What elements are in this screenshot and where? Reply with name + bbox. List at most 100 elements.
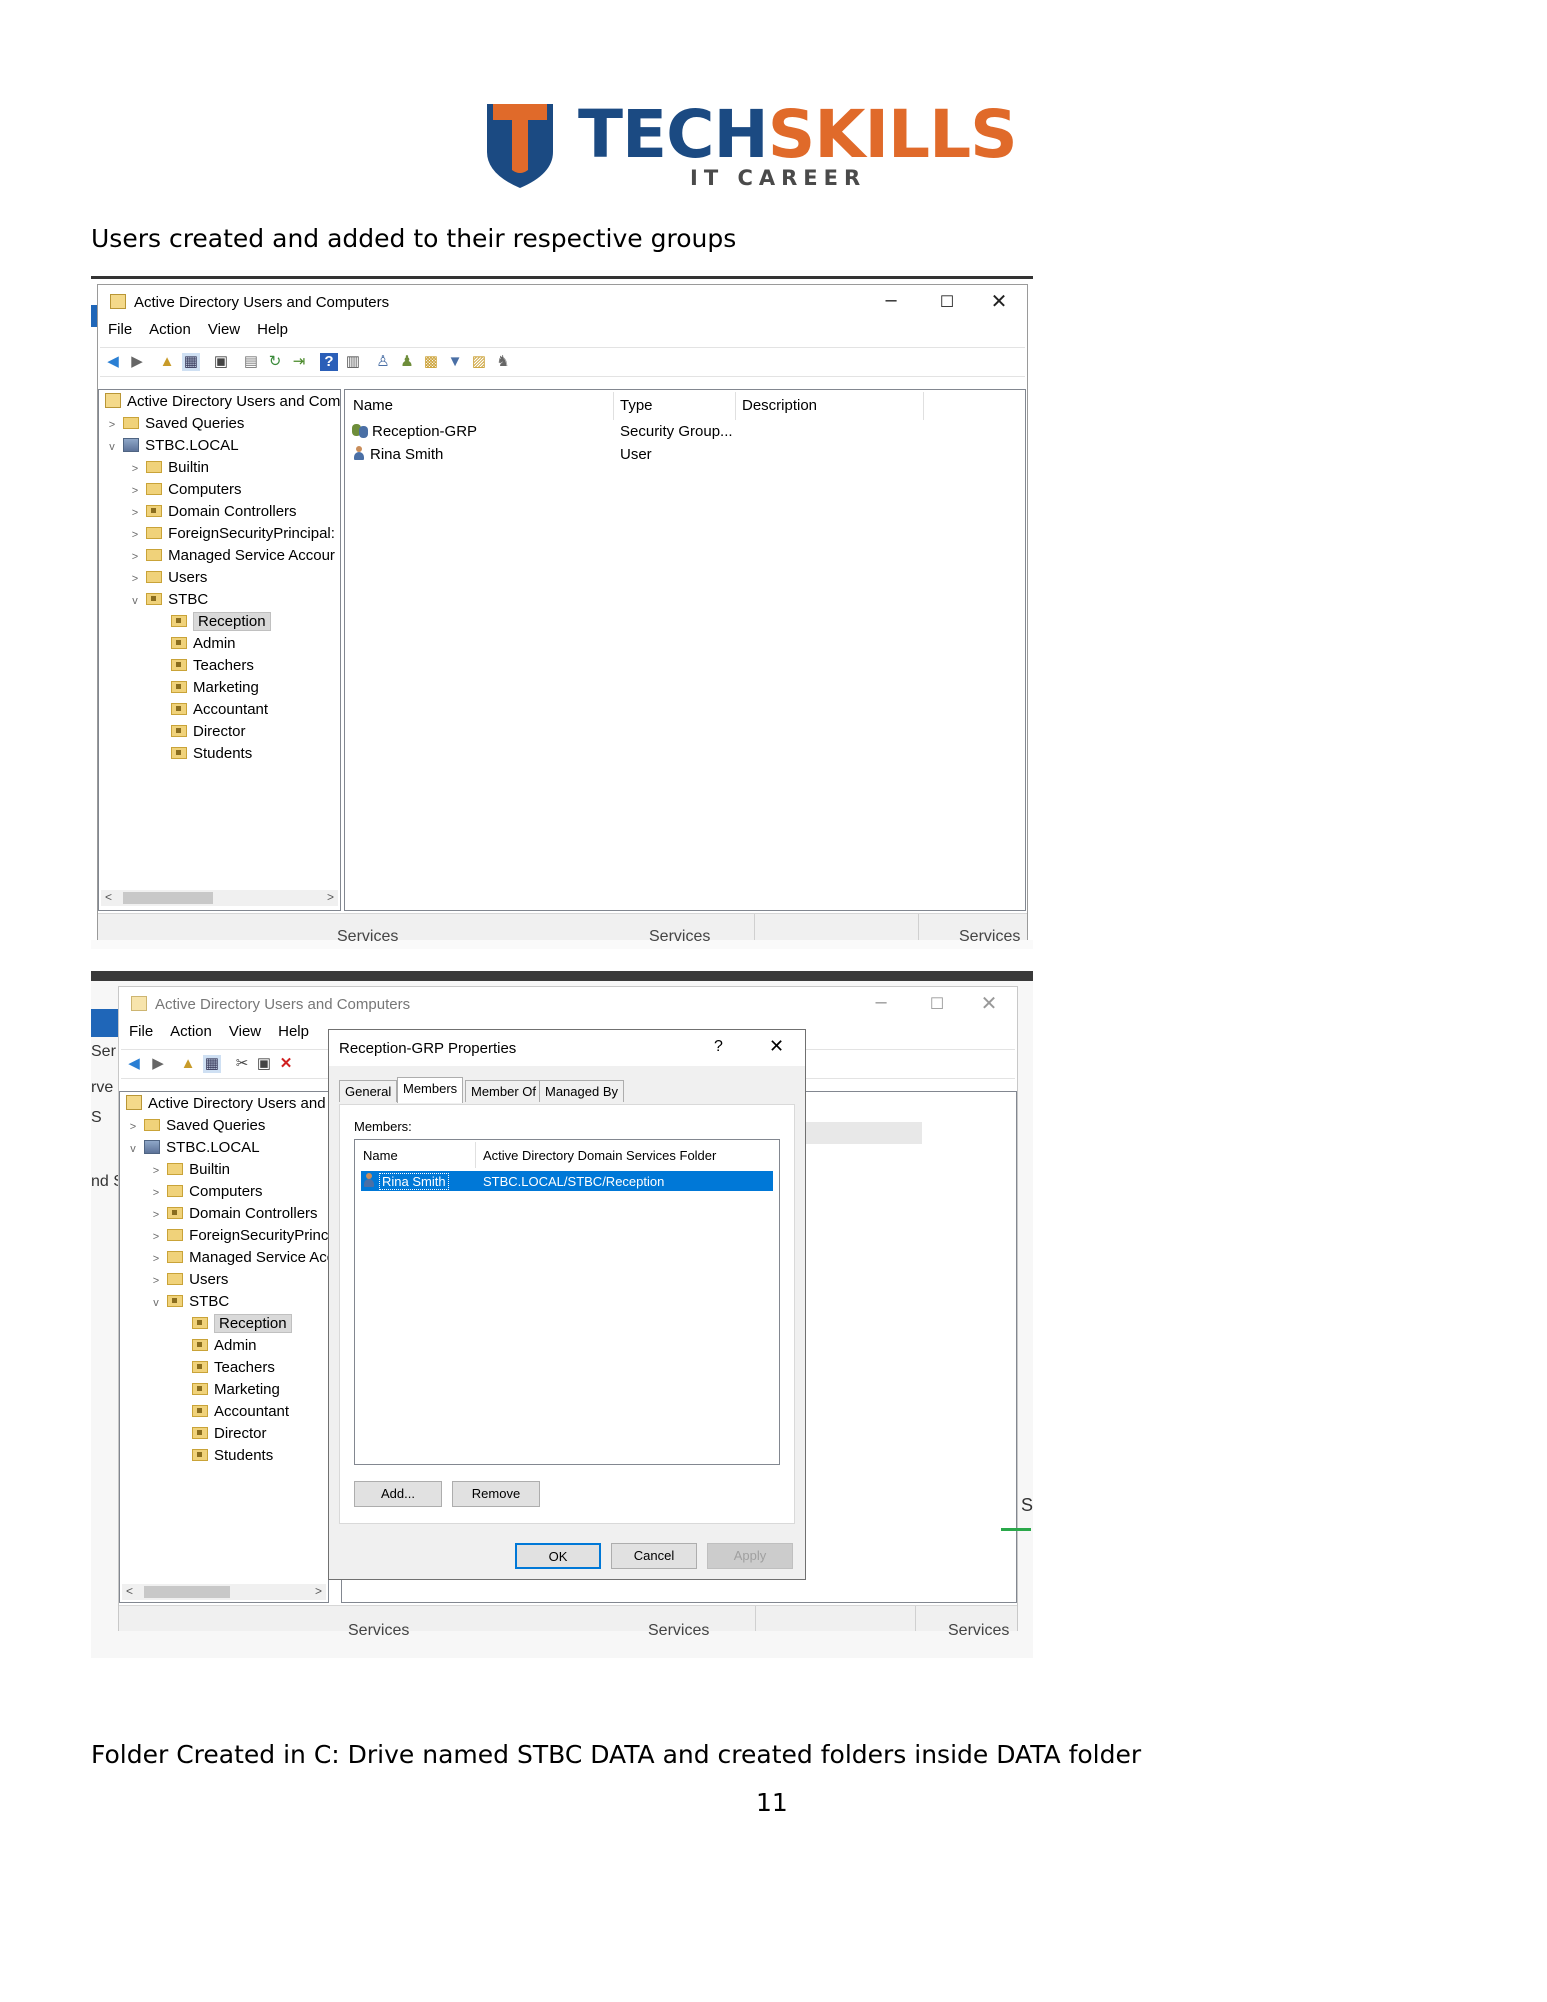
tree-accountant[interactable]: Accountant: [192, 1402, 289, 1422]
new-ou-icon[interactable]: ▩: [422, 353, 440, 371]
chevron-down-icon[interactable]: v: [105, 437, 119, 457]
tree-domain-controllers[interactable]: > Domain Controllers: [149, 1204, 318, 1224]
minimize-button[interactable]: –: [871, 289, 911, 312]
help-button[interactable]: ?: [714, 1038, 723, 1056]
column-divider[interactable]: [735, 392, 736, 420]
new-group-icon[interactable]: ♟: [398, 353, 416, 371]
members-list[interactable]: Name Active Directory Domain Services Fo…: [354, 1139, 780, 1465]
tree-builtin[interactable]: > Builtin: [128, 458, 209, 478]
tree-users[interactable]: > Users: [149, 1270, 229, 1291]
menu-view[interactable]: View: [208, 321, 240, 338]
menu-action[interactable]: Action: [170, 1023, 212, 1040]
chevron-right-icon[interactable]: >: [128, 503, 142, 523]
horizontal-scrollbar[interactable]: < >: [101, 890, 338, 906]
tree-managed-service[interactable]: > Managed Service Accour: [128, 546, 335, 566]
chevron-right-icon[interactable]: >: [128, 481, 142, 501]
chevron-right-icon[interactable]: >: [149, 1183, 163, 1203]
chevron-right-icon[interactable]: >: [149, 1227, 163, 1247]
tree-users[interactable]: > Users: [128, 568, 208, 588]
column-divider[interactable]: [475, 1142, 476, 1168]
clipboard-icon[interactable]: ▣: [212, 353, 230, 371]
tree-director[interactable]: Director: [171, 722, 246, 742]
chevron-right-icon[interactable]: >: [105, 415, 119, 435]
new-user-icon[interactable]: ♙: [374, 353, 392, 371]
chevron-right-icon[interactable]: >: [149, 1205, 163, 1225]
menu-help[interactable]: Help: [278, 1023, 309, 1040]
scroll-right-icon[interactable]: >: [327, 890, 334, 904]
menu-action[interactable]: Action: [149, 321, 191, 338]
tree-marketing[interactable]: Marketing: [171, 678, 259, 698]
forward-arrow-icon[interactable]: ▶: [149, 1055, 167, 1073]
scroll-left-icon[interactable]: <: [126, 1584, 133, 1598]
help-icon[interactable]: ?: [320, 353, 338, 371]
tree-reception[interactable]: Reception: [192, 1314, 292, 1334]
tree-stbc[interactable]: v STBC: [149, 1292, 229, 1312]
tree-teachers[interactable]: Teachers: [192, 1358, 275, 1378]
minimize-button[interactable]: –: [861, 991, 901, 1014]
tree-accountant[interactable]: Accountant: [171, 700, 268, 720]
tree-saved-queries[interactable]: > Saved Queries: [105, 414, 245, 435]
find-icon[interactable]: ▨: [470, 353, 488, 371]
tree-reception[interactable]: Reception: [171, 612, 271, 632]
chevron-down-icon[interactable]: v: [149, 1293, 163, 1313]
tree-foreign-security[interactable]: > ForeignSecurityPrincipal:: [128, 524, 335, 544]
back-arrow-icon[interactable]: ◀: [104, 353, 122, 371]
cancel-button[interactable]: Cancel: [611, 1543, 697, 1569]
tree-saved-queries[interactable]: > Saved Queries: [126, 1116, 266, 1137]
column-type[interactable]: Type: [620, 397, 653, 414]
properties-icon[interactable]: ▤: [242, 353, 260, 371]
tree-computers[interactable]: > Computers: [149, 1182, 263, 1202]
tree-builtin[interactable]: > Builtin: [149, 1160, 230, 1180]
tab-general[interactable]: General: [339, 1080, 398, 1102]
tree-domain-controllers[interactable]: > Domain Controllers: [128, 502, 297, 522]
chevron-right-icon[interactable]: >: [126, 1117, 140, 1137]
filter-icon[interactable]: ▼: [446, 353, 464, 371]
tree-marketing[interactable]: Marketing: [192, 1380, 280, 1400]
tree-admin[interactable]: Admin: [192, 1336, 257, 1356]
refresh-icon[interactable]: ↻: [266, 353, 284, 371]
tab-member-of[interactable]: Member Of: [465, 1080, 543, 1102]
scrollbar-thumb[interactable]: [123, 892, 213, 904]
column-description[interactable]: Description: [742, 397, 817, 414]
console-icon[interactable]: ▥: [344, 353, 362, 371]
chevron-right-icon[interactable]: >: [128, 459, 142, 479]
tree-root[interactable]: Active Directory Users and C: [126, 1094, 341, 1114]
maximize-button[interactable]: ☐: [917, 994, 957, 1014]
tree-domain[interactable]: v STBC.LOCAL: [105, 436, 238, 457]
menu-help[interactable]: Help: [257, 321, 288, 338]
show-hide-tree-icon[interactable]: ▦: [203, 1055, 221, 1073]
tab-members[interactable]: Members: [397, 1077, 464, 1103]
scrollbar-thumb[interactable]: [144, 1586, 230, 1598]
forward-arrow-icon[interactable]: ▶: [128, 353, 146, 371]
chevron-right-icon[interactable]: >: [149, 1271, 163, 1291]
list-row-reception-grp[interactable]: Reception-GRP: [351, 422, 477, 442]
chevron-down-icon[interactable]: v: [128, 591, 142, 611]
maximize-button[interactable]: ☐: [927, 292, 967, 312]
back-arrow-icon[interactable]: ◀: [125, 1055, 143, 1073]
tree-teachers[interactable]: Teachers: [171, 656, 254, 676]
tree-domain[interactable]: v STBC.LOCAL: [126, 1138, 259, 1158]
tree-foreign-security[interactable]: > ForeignSecurityPrinci: [149, 1226, 332, 1246]
column-divider[interactable]: [923, 392, 924, 420]
horizontal-scrollbar[interactable]: < >: [122, 1584, 326, 1600]
chevron-right-icon[interactable]: >: [128, 525, 142, 545]
members-col-name[interactable]: Name: [363, 1148, 398, 1163]
add-button[interactable]: Add...: [354, 1481, 442, 1507]
list-row-rina-smith[interactable]: Rina Smith: [353, 445, 443, 465]
member-row-selected[interactable]: Rina Smith STBC.LOCAL/STBC/Reception: [361, 1171, 773, 1191]
chevron-right-icon[interactable]: >: [149, 1161, 163, 1181]
tree-director[interactable]: Director: [192, 1424, 267, 1444]
tree-students[interactable]: Students: [192, 1446, 273, 1466]
up-folder-icon[interactable]: ▲: [158, 353, 176, 371]
export-list-icon[interactable]: ⇥: [290, 353, 308, 371]
tree-managed-service[interactable]: > Managed Service Acc: [149, 1248, 334, 1268]
column-divider[interactable]: [613, 392, 614, 420]
up-folder-icon[interactable]: ▲: [179, 1055, 197, 1073]
scroll-right-icon[interactable]: >: [315, 1584, 322, 1598]
close-button[interactable]: ✕: [979, 289, 1019, 314]
menu-file[interactable]: File: [108, 321, 132, 338]
apply-button[interactable]: Apply: [707, 1543, 793, 1569]
tree-stbc[interactable]: v STBC: [128, 590, 208, 610]
close-button[interactable]: ✕: [969, 991, 1009, 1016]
remove-button[interactable]: Remove: [452, 1481, 540, 1507]
